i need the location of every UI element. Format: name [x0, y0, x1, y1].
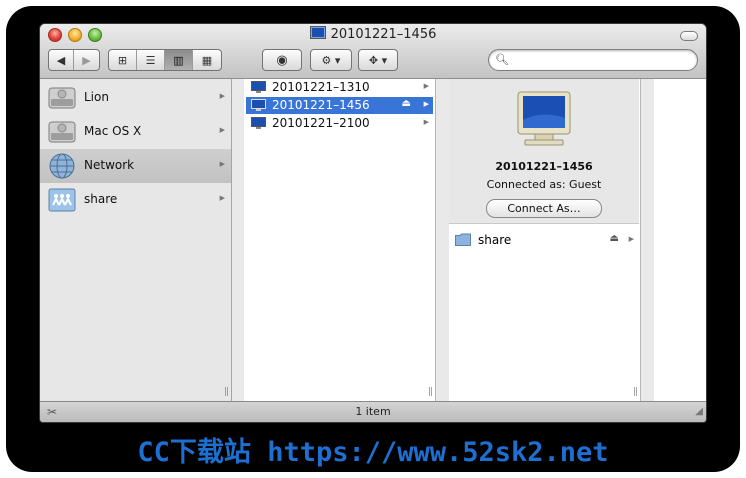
server-item[interactable]: 20101221–2100 ▶ [246, 115, 433, 132]
titlebar: 20101221–1456 ◀ ▶ ⊞ ☰ ▥ ▦ ◉ ⚙ ▾ ✥ ▾ 🔍︎ [40, 24, 706, 79]
server-item[interactable]: 20101221–1310 ▶ [246, 79, 433, 96]
action-menu-button[interactable]: ⚙ ▾ [311, 50, 351, 70]
watermark: CC下载站 https://www.52sk2.net [137, 437, 609, 468]
eject-icon[interactable]: ⏏ [402, 98, 411, 109]
server-preview: 20101221–1456 Connected as: Guest Connec… [449, 79, 639, 224]
column-resize-handle[interactable]: || [224, 387, 229, 397]
network-globe-icon [49, 153, 75, 179]
column-resize-handle[interactable]: || [428, 387, 433, 397]
shared-folder-icon [48, 188, 76, 212]
toolbar-toggle-button[interactable] [680, 31, 698, 41]
column-view-button[interactable]: ▥ [165, 50, 193, 70]
view-mode-group: ⊞ ☰ ▥ ▦ [108, 49, 222, 71]
search-icon: 🔍︎ [495, 53, 509, 66]
sidebar-item-share[interactable]: share ▶ [40, 183, 231, 217]
server-item-label: 20101221–1456 [272, 98, 370, 112]
hard-drive-icon [48, 121, 76, 143]
disclosure-arrow-icon: ▶ [219, 194, 225, 202]
quicklook-group: ◉ [262, 49, 302, 71]
large-monitor-icon [517, 91, 571, 146]
gear-icon: ⚙ ▾ [321, 53, 341, 67]
disclosure-arrow-icon: ▶ [423, 100, 429, 108]
share-item-label: share [478, 233, 512, 247]
dropbox-icon: ✥ ▾ [368, 53, 388, 67]
back-arrow-icon: ◀ [56, 53, 66, 67]
sidebar-item-network[interactable]: Network ▶ [40, 149, 231, 183]
sidebar-item-label: share [84, 192, 118, 206]
sidebar-item-label: Mac OS X [84, 124, 142, 138]
server-item-label: 20101221–2100 [272, 116, 370, 130]
server-item-selected[interactable]: 20101221–1456 ⏏ ▶ [246, 97, 433, 114]
list-view-button[interactable]: ☰ [137, 50, 165, 70]
back-button[interactable]: ◀ [49, 50, 74, 70]
icon-view-button[interactable]: ⊞ [109, 50, 137, 70]
disclosure-arrow-icon: ▶ [423, 82, 429, 90]
coverflow-view-button[interactable]: ▦ [193, 50, 221, 70]
disclosure-arrow-icon: ▶ [423, 118, 429, 126]
coverflow-view-icon: ▦ [201, 53, 213, 67]
server-item-label: 20101221–1310 [272, 80, 370, 94]
disclosure-arrow-icon: ▶ [219, 126, 225, 134]
window-resize-grip-icon[interactable]: ◢ [695, 406, 703, 417]
action-group: ⚙ ▾ [310, 49, 352, 71]
monitor-icon [309, 26, 326, 39]
status-text: 1 item [355, 405, 391, 418]
quicklook-button[interactable]: ◉ [263, 50, 301, 70]
finder-window: 20101221–1456 ◀ ▶ ⊞ ☰ ▥ ▦ ◉ ⚙ ▾ ✥ ▾ 🔍︎ L… [40, 24, 706, 422]
disclosure-arrow-icon: ▶ [628, 235, 634, 243]
sidebar-item-label: Network [84, 158, 135, 172]
search-input[interactable] [509, 52, 693, 69]
servers-column: 20101221–1310 ▶ 20101221–1456 ⏏ ▶ 201012… [244, 79, 436, 401]
shared-folder-icon [455, 233, 471, 246]
empty-column [654, 79, 706, 401]
icon-view-icon: ⊞ [117, 53, 128, 67]
dropbox-group: ✥ ▾ [358, 49, 398, 71]
disclosure-arrow-icon: ▶ [219, 160, 225, 168]
monitor-icon [251, 99, 266, 111]
hard-drive-icon [48, 87, 76, 109]
connection-status: Connected as: Guest [486, 178, 602, 191]
connect-as-button[interactable]: Connect As… [486, 199, 602, 218]
forward-button[interactable]: ▶ [74, 50, 99, 70]
column-resize-handle[interactable]: || [633, 387, 638, 397]
list-view-icon: ☰ [145, 53, 156, 67]
preview-column: 20101221–1456 Connected as: Guest Connec… [449, 79, 641, 401]
eye-icon: ◉ [276, 52, 288, 68]
sidebar-item-lion[interactable]: Lion ▶ [40, 81, 231, 115]
eject-icon[interactable]: ⏏ [610, 233, 619, 244]
search-field[interactable]: 🔍︎ [488, 49, 698, 71]
sidebar-item-label: Lion [84, 90, 109, 104]
monitor-icon [251, 81, 266, 93]
sidebar: Lion ▶ Mac OS X ▶ Network ▶ share ▶ || [40, 79, 232, 401]
status-bar: ✂ 1 item ◢ [40, 401, 706, 422]
disclosure-arrow-icon: ▶ [219, 92, 225, 100]
share-item[interactable]: share ⏏ ▶ [449, 231, 639, 249]
monitor-icon [251, 117, 266, 129]
window-title: 20101221–1456 [40, 26, 706, 44]
back-forward-group: ◀ ▶ [48, 49, 100, 71]
dropbox-menu-button[interactable]: ✥ ▾ [359, 50, 397, 70]
sidebar-item-mac-os-x[interactable]: Mac OS X ▶ [40, 115, 231, 149]
forward-arrow-icon: ▶ [82, 53, 91, 67]
column-view-icon: ▥ [173, 53, 184, 67]
window-title-text: 20101221–1456 [330, 27, 437, 42]
server-name: 20101221–1456 [495, 160, 593, 173]
